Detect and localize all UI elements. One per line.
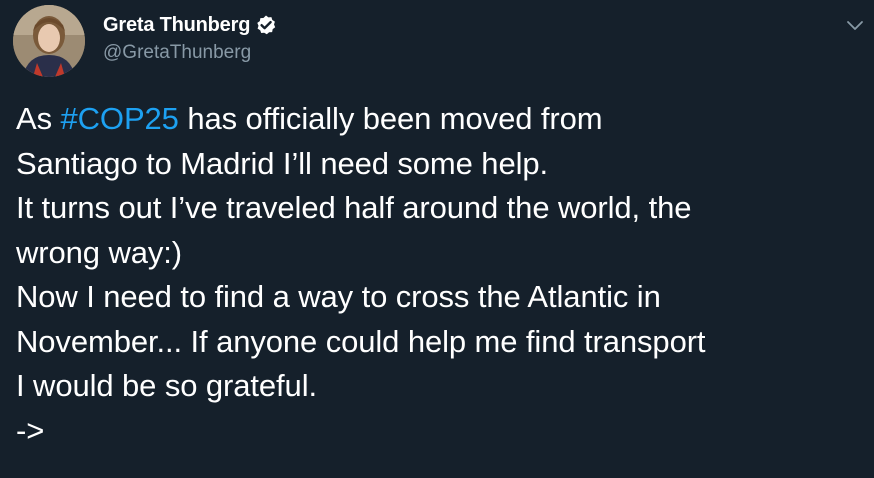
tweet-text-segment: As <box>16 101 61 136</box>
chevron-down-icon[interactable] <box>845 15 865 35</box>
tweet-line: I would be so grateful. <box>16 368 317 403</box>
tweet-line: As #COP25 has officially been moved from <box>16 97 868 142</box>
tweet-line: -> <box>16 412 45 448</box>
display-name[interactable]: Greta Thunberg <box>103 14 250 37</box>
avatar[interactable] <box>13 5 85 77</box>
tweet-line: Santiago to Madrid I’ll need some help. <box>16 145 549 181</box>
verified-badge-icon <box>255 14 277 36</box>
hashtag-link[interactable]: #COP25 <box>61 101 179 136</box>
tweet-line: wrong way:) <box>16 234 183 270</box>
tweet-line: Now I need to find a way to cross the At… <box>16 279 661 314</box>
tweet-line: It turns out I’ve traveled half around t… <box>16 190 692 225</box>
tweet-text: As #COP25 has officially been moved from… <box>16 97 868 453</box>
author-handle[interactable]: @GretaThunberg <box>103 42 251 64</box>
tweet-line: November... If anyone could help me find… <box>16 323 706 359</box>
tweet-card: Greta Thunberg @GretaThunberg As #COP25 … <box>0 0 874 478</box>
tweet-text-segment: has officially been moved from <box>178 101 603 136</box>
profile-photo-icon <box>13 5 85 77</box>
author-name-row: Greta Thunberg <box>103 12 277 38</box>
